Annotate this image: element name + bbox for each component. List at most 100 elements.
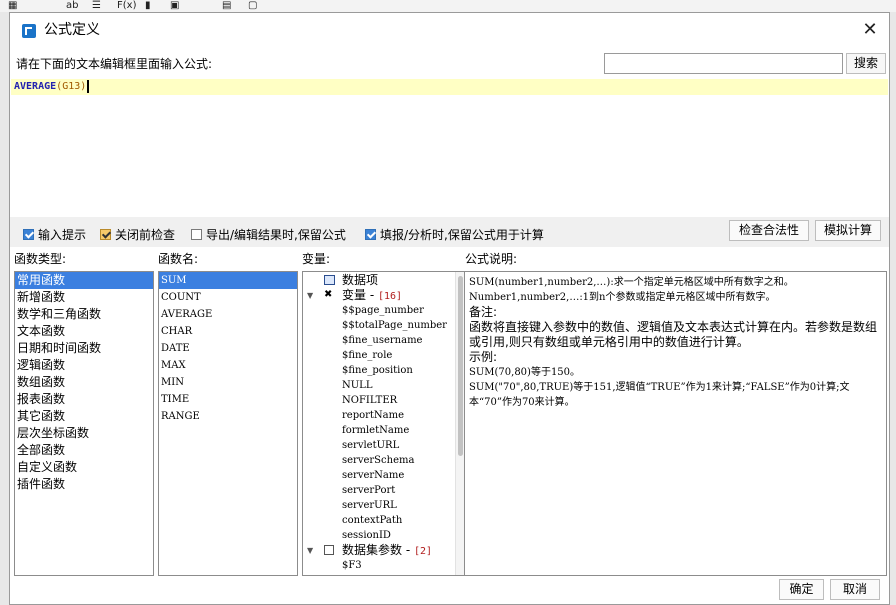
tree-item-var[interactable]: serverPort [303, 483, 464, 498]
description-line: SUM("70",80,TRUE)等于151,逻辑值“TRUE”作为1来计算;“… [469, 382, 850, 408]
background-left-edge [0, 12, 9, 605]
cancel-button[interactable]: 取消 [830, 579, 880, 600]
function-type-item[interactable]: 报表函数 [15, 391, 153, 408]
function-names-list[interactable]: SUM COUNT AVERAGE CHAR DATE MAX MIN TIME… [158, 271, 298, 576]
function-type-item[interactable]: 层次坐标函数 [15, 425, 153, 442]
function-type-item[interactable]: 新增函数 [15, 289, 153, 306]
options-row: 输入提示 关闭前检查 导出/编辑结果时,保留公式 填报/分析时,保留公式用于计算… [10, 217, 889, 247]
input-hint-label: 输入提示 [38, 228, 87, 242]
variable-name: $fine_position [342, 365, 413, 376]
tree-item-var[interactable]: $fine_username [303, 333, 464, 348]
chevron-down-icon: ▼ [307, 291, 314, 300]
export-keep-formula-checkbox[interactable] [191, 229, 202, 240]
function-type-item[interactable]: 逻辑函数 [15, 357, 153, 374]
simulate-button[interactable]: 模拟计算 [815, 220, 881, 241]
function-name-item[interactable]: SUM [159, 272, 297, 289]
variable-name: sessionID [342, 530, 391, 541]
tree-item-var[interactable]: NULL [303, 378, 464, 393]
function-name-item[interactable]: RANGE [159, 408, 297, 425]
function-types-label: 函数类型: [14, 252, 67, 266]
function-type-item[interactable]: 自定义函数 [15, 459, 153, 476]
text-caret [87, 79, 90, 93]
formula-close-paren: ) [80, 81, 87, 92]
variable-name: contextPath [342, 515, 403, 526]
variable-name: NOFILTER [342, 395, 398, 406]
fill-keep-formula-label: 填报/分析时,保留公式用于计算 [380, 228, 544, 242]
function-type-item[interactable]: 文本函数 [15, 323, 153, 340]
chart-icon: ▮ [145, 0, 151, 11]
formula-function: AVERAGE [14, 81, 57, 92]
image-icon: ▣ [170, 0, 180, 11]
tree-item-var[interactable]: serverName [303, 468, 464, 483]
close-icon: ✕ [862, 19, 878, 40]
tree-item-dataset-params[interactable]: ▼ 数据集参数 - [2] [303, 543, 464, 558]
variable-name: $$totalPage_number [342, 320, 447, 331]
formula-argument: G13 [62, 81, 81, 92]
formula-prompt: 请在下面的文本编辑框里面输入公式: [16, 57, 213, 71]
function-type-item[interactable]: 日期和时间函数 [15, 340, 153, 357]
function-type-item[interactable]: 常用函数 [15, 272, 153, 289]
tree-item-var[interactable]: $$page_number [303, 303, 464, 318]
tree-item-var[interactable]: formletName [303, 423, 464, 438]
function-name-item[interactable]: CHAR [159, 323, 297, 340]
variable-name: formletName [342, 425, 410, 436]
tree-item-var[interactable]: NOFILTER [303, 393, 464, 408]
close-button[interactable]: ✕ [858, 19, 882, 41]
scrollbar-thumb[interactable] [458, 276, 463, 456]
formula-text: AVERAGE(G13) [14, 79, 90, 95]
formula-icon: F(x) [117, 0, 137, 11]
fill-keep-formula-checkbox[interactable] [365, 229, 376, 240]
param-name: $F3 [342, 560, 362, 571]
check-before-close-checkbox[interactable] [100, 229, 111, 240]
check-before-close-label: 关闭前检查 [115, 228, 176, 242]
function-type-item[interactable]: 插件函数 [15, 476, 153, 493]
export-keep-formula-label: 导出/编辑结果时,保留公式 [206, 228, 346, 242]
variables-tree[interactable]: 数据项 ▼ ✖ 变量 - [16] $$page_number $$totalP… [302, 271, 465, 576]
search-button[interactable]: 搜索 [846, 53, 886, 74]
tree-item-var[interactable]: contextPath [303, 513, 464, 528]
function-type-item[interactable]: 数组函数 [15, 374, 153, 391]
tree-item-var[interactable]: servletURL [303, 438, 464, 453]
function-name-item[interactable]: MIN [159, 374, 297, 391]
function-type-item[interactable]: 其它函数 [15, 408, 153, 425]
grid-icon: ▦ [8, 0, 18, 11]
function-name-item[interactable]: COUNT [159, 289, 297, 306]
app-logo-icon [22, 24, 36, 38]
tree-item-var[interactable]: reportName [303, 408, 464, 423]
tree-item-var[interactable]: sessionID [303, 528, 464, 543]
variable-name: serverPort [342, 485, 396, 496]
tree-label-group: 数据集参数 - [2] [342, 543, 433, 557]
ok-button[interactable]: 确定 [779, 579, 824, 600]
tree-item-var[interactable]: $fine_position [303, 363, 464, 378]
function-type-item[interactable]: 全部函数 [15, 442, 153, 459]
text-ab-icon: ab [66, 0, 79, 11]
formula-editor[interactable]: AVERAGE(G13) [11, 79, 888, 215]
background-right-edge [890, 12, 896, 605]
tree-item-var[interactable]: serverURL [303, 498, 464, 513]
align-icon: ☰ [92, 0, 101, 11]
function-name-item[interactable]: MAX [159, 357, 297, 374]
dataset-count: [2] [413, 546, 433, 557]
tree-item-param[interactable]: $F3 [303, 558, 464, 573]
tree-item-variables[interactable]: ▼ ✖ 变量 - [16] [303, 288, 464, 303]
search-input[interactable] [604, 53, 843, 74]
tree-label: 数据集参数 [342, 543, 403, 557]
chevron-down-icon: ▼ [307, 546, 314, 555]
function-type-item[interactable]: 数学和三角函数 [15, 306, 153, 323]
input-hint-checkbox[interactable] [23, 229, 34, 240]
description-line: SUM(70,80)等于150。 [469, 367, 581, 378]
function-types-list[interactable]: 常用函数 新增函数 数学和三角函数 文本函数 日期和时间函数 逻辑函数 数组函数… [14, 271, 154, 576]
check-validity-button[interactable]: 检查合法性 [729, 220, 809, 241]
description-line: 函数将直接键入参数中的数值、逻辑值及文本表达式计算在内。若参数是数组或引用,则只… [469, 320, 878, 349]
tree-item-data-item[interactable]: 数据项 [303, 273, 464, 288]
title-bar: 公式定义 ✕ [10, 13, 889, 47]
tree-item-var[interactable]: serverSchema [303, 453, 464, 468]
tree-item-var[interactable]: $$totalPage_number [303, 318, 464, 333]
doc-icon: ▤ [222, 0, 232, 11]
function-name-item[interactable]: DATE [159, 340, 297, 357]
variables-label: 变量: [302, 252, 331, 266]
variable-count: [16] [377, 291, 403, 302]
tree-item-var[interactable]: $fine_role [303, 348, 464, 363]
function-name-item[interactable]: TIME [159, 391, 297, 408]
function-name-item[interactable]: AVERAGE [159, 306, 297, 323]
